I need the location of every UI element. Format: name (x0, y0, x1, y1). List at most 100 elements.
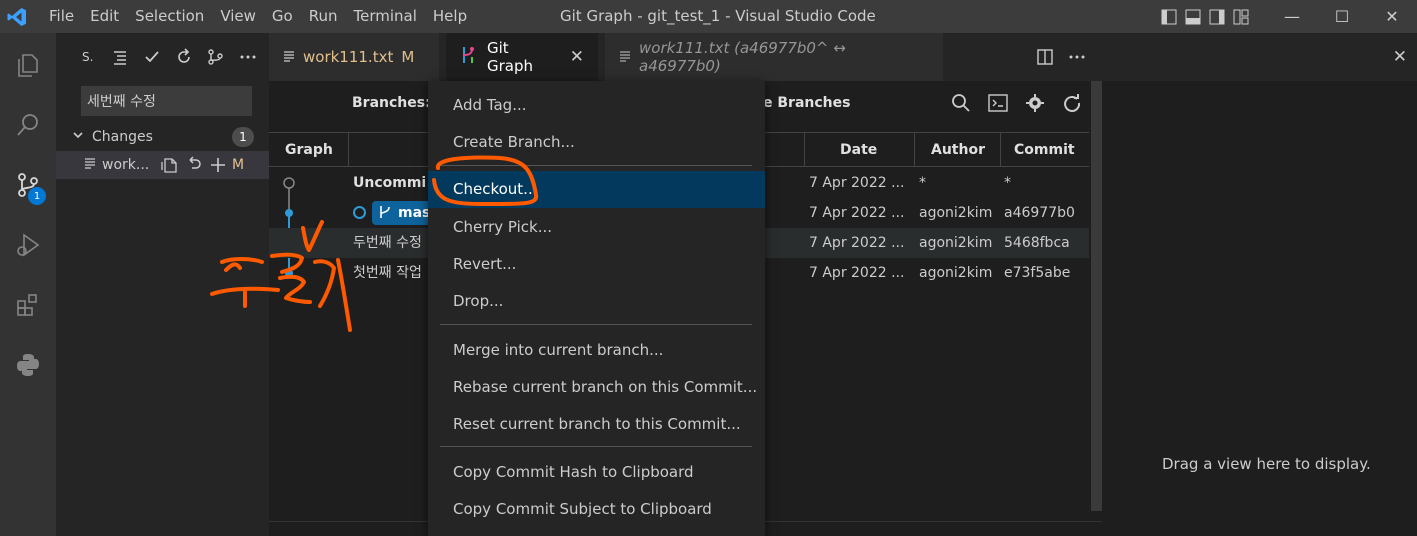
close-window-button[interactable]: ✕ (1367, 0, 1417, 33)
editor-tab-bar: work111.txt M Git Graph ✕ work111.txt (a… (269, 33, 1417, 81)
menu-separator (440, 165, 752, 166)
menu-add-tag[interactable]: Add Tag... (428, 87, 765, 124)
show-remote-branches-label[interactable]: e Branches (763, 95, 850, 111)
tab-git-graph[interactable]: Git Graph ✕ (446, 33, 598, 81)
menu-cherry-pick[interactable]: Cherry Pick... (428, 209, 765, 246)
branch-icon (380, 206, 390, 218)
menu-checkout[interactable]: Checkout... (428, 171, 765, 208)
settings-gear-icon[interactable] (1016, 93, 1053, 113)
commit-hash: * (1004, 175, 1011, 191)
close-tab-button[interactable]: ✕ (570, 47, 584, 67)
commit-hash: e73f5abe (1004, 265, 1071, 281)
commit-description: Uncommi (353, 175, 427, 191)
sidebar-title: S. (82, 50, 94, 64)
customize-layout-icon[interactable] (1229, 0, 1253, 33)
menu-merge[interactable]: Merge into current branch... (428, 332, 765, 369)
more-actions-icon[interactable] (1061, 54, 1093, 60)
commit-check-icon[interactable] (136, 45, 168, 69)
commit-date: 7 Apr 2022 ... (809, 175, 905, 191)
menu-copy-hash[interactable]: Copy Commit Hash to Clipboard (428, 454, 765, 491)
commit-author: agoni2kim (919, 265, 993, 281)
empty-editor-group: Drag a view here to display. (1102, 81, 1417, 536)
commit-date: 7 Apr 2022 ... (809, 235, 905, 251)
commit-date: 7 Apr 2022 ... (809, 265, 905, 281)
menu-separator (440, 446, 752, 447)
find-icon[interactable] (942, 93, 979, 113)
commit-date: 7 Apr 2022 ... (809, 205, 905, 221)
menu-rebase[interactable]: Rebase current branch on this Commit... (428, 369, 765, 406)
commit-author: agoni2kim (919, 205, 993, 221)
tab-work111-diff[interactable]: work111.txt (a46977b0^ ↔ a46977b0) (605, 33, 943, 81)
changed-file-name: work... (102, 157, 150, 173)
commit-hash: a46977b0 (1004, 205, 1075, 221)
menu-bar: File Edit Selection View Go Run Terminal… (34, 0, 475, 33)
extensions-icon[interactable] (0, 281, 56, 329)
commit-context-menu: Add Tag... Create Branch... Checkout... … (428, 81, 765, 536)
menu-terminal[interactable]: Terminal (346, 0, 425, 33)
menu-revert[interactable]: Revert... (428, 246, 765, 283)
tab-label: work111.txt (303, 48, 394, 66)
column-author[interactable]: Author (915, 133, 1001, 167)
commit-hash: 5468fbca (1004, 235, 1070, 251)
run-debug-icon[interactable] (0, 221, 56, 269)
changes-label: Changes (92, 129, 153, 145)
menu-copy-subject[interactable]: Copy Commit Subject to Clipboard (428, 491, 765, 528)
column-commit[interactable]: Commit (1001, 133, 1089, 167)
drag-view-message: Drag a view here to display. (1162, 455, 1371, 473)
column-graph[interactable]: Graph (269, 133, 349, 167)
menu-go[interactable]: Go (264, 0, 301, 33)
vscode-logo-icon (0, 0, 34, 33)
split-editor-icon[interactable] (1029, 48, 1061, 66)
changes-count-badge: 1 (232, 127, 254, 147)
view-as-tree-icon[interactable] (104, 45, 136, 69)
toggle-secondary-sidebar-icon[interactable] (1205, 0, 1229, 33)
toggle-primary-sidebar-icon[interactable] (1157, 0, 1181, 33)
tab-modified-badge: M (401, 48, 415, 66)
menu-run[interactable]: Run (301, 0, 346, 33)
git-graph-view-icon[interactable] (200, 45, 232, 69)
file-text-icon (84, 157, 96, 173)
refresh-icon[interactable] (1053, 93, 1090, 113)
close-editor-group-button[interactable]: ✕ (1393, 47, 1407, 67)
sidebar-header: S. (56, 33, 269, 81)
more-actions-icon[interactable] (232, 45, 264, 69)
maximize-button[interactable]: ☐ (1317, 0, 1367, 33)
menu-selection[interactable]: Selection (127, 0, 212, 33)
vertical-scrollbar[interactable] (1091, 81, 1102, 511)
explorer-icon[interactable] (0, 41, 56, 89)
python-icon[interactable] (0, 341, 56, 389)
toggle-panel-icon[interactable] (1181, 0, 1205, 33)
menu-view[interactable]: View (212, 0, 264, 33)
menu-edit[interactable]: Edit (82, 0, 127, 33)
commit-description: 첫번째 작업 (353, 265, 422, 281)
commit-author: agoni2kim (919, 235, 993, 251)
source-control-sidebar: S. Changes 1 w (56, 33, 269, 536)
open-file-icon[interactable] (158, 156, 182, 174)
refresh-icon[interactable] (168, 45, 200, 69)
commit-message-input[interactable] (81, 86, 252, 116)
tab-label: Git Graph (487, 39, 534, 75)
terminal-icon[interactable] (979, 93, 1016, 113)
source-control-badge: 1 (28, 187, 46, 205)
minimize-button[interactable]: — (1267, 0, 1317, 33)
menu-reset[interactable]: Reset current branch to this Commit... (428, 406, 765, 443)
stage-changes-icon[interactable] (206, 156, 230, 174)
menu-file[interactable]: File (34, 0, 82, 33)
file-text-icon (619, 48, 631, 66)
head-indicator-icon (353, 206, 366, 219)
discard-changes-icon[interactable] (182, 156, 206, 174)
menu-help[interactable]: Help (425, 0, 475, 33)
tab-label: work111.txt (a46977b0^ ↔ a46977b0) (639, 39, 846, 75)
changed-file-row[interactable]: work... M (56, 151, 269, 179)
changes-group[interactable]: Changes 1 (56, 125, 269, 149)
file-text-icon (283, 48, 295, 66)
search-icon[interactable] (0, 101, 56, 149)
commit-description: 두번째 수정 (353, 235, 422, 251)
window-title: Git Graph - git_test_1 - Visual Studio C… (560, 7, 876, 25)
column-date[interactable]: Date (805, 133, 915, 167)
menu-drop[interactable]: Drop... (428, 283, 765, 320)
menu-create-branch[interactable]: Create Branch... (428, 124, 765, 161)
tab-work111[interactable]: work111.txt M (269, 33, 439, 81)
source-control-icon[interactable] (0, 161, 56, 209)
title-bar: File Edit Selection View Go Run Terminal… (0, 0, 1417, 33)
